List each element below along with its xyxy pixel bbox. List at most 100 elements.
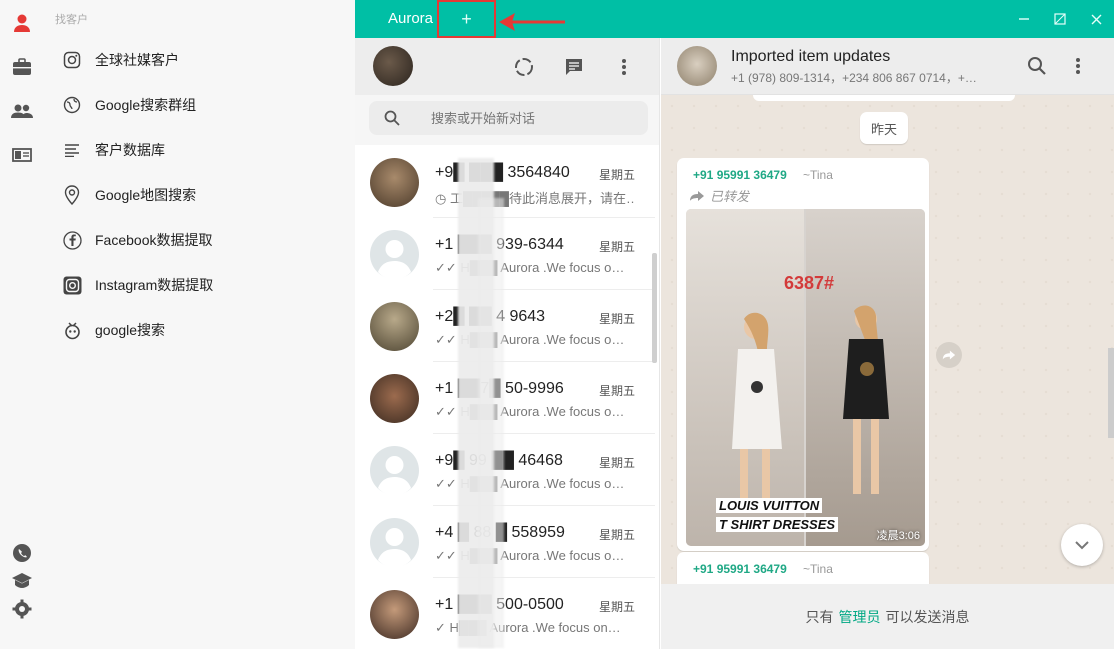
chat-day: 星期五	[598, 312, 635, 326]
search-box[interactable]	[369, 101, 648, 135]
menu-item-customer-database[interactable]: 客户数据库	[62, 137, 165, 163]
avatar	[370, 158, 419, 207]
chat-row[interactable]: +1 ███ 939-6344 星期五 ✓✓ H███ Aurora .We f…	[355, 218, 655, 290]
chat-day: 星期五	[598, 240, 635, 254]
default-avatar-icon	[378, 240, 411, 280]
search-bar	[355, 95, 659, 145]
chat-list-pane: +9█ ███ 3564840 星期五 ◷ 工█████待此消息展开，请在… +…	[355, 38, 660, 649]
default-avatar-icon	[378, 456, 411, 496]
chat-name: +9█ ███ 3564840	[435, 164, 570, 181]
minimize-icon[interactable]	[1016, 11, 1032, 27]
image-caption-1: LOUIS VUITTON	[716, 498, 823, 513]
conversation-scrollbar[interactable]	[1108, 348, 1114, 438]
message-time: 凌晨3:06	[876, 530, 920, 542]
menu-item-social-customers[interactable]: 全球社媒客户	[62, 47, 179, 73]
chat-day: 星期五	[598, 456, 635, 470]
forward-icon	[690, 190, 704, 201]
menu-item-facebook-extract[interactable]: Facebook数据提取	[62, 227, 212, 253]
chat-row[interactable]: +9█ ███ 3564840 星期五 ◷ 工█████待此消息展开，请在…	[355, 146, 655, 218]
forward-button[interactable]	[936, 342, 962, 368]
chat-day: 星期五	[598, 384, 635, 398]
search-input[interactable]	[431, 110, 631, 126]
contacts-icon[interactable]	[11, 100, 33, 122]
menu-item-google-groups[interactable]: Google搜索群组	[62, 92, 196, 118]
list-icon	[62, 140, 82, 160]
message-image[interactable]: 6387# LOUIS VUITTON T SHIRT DRESSES 凌晨3:…	[686, 209, 925, 546]
graduation-cap-icon[interactable]	[11, 570, 33, 592]
instagram-icon	[62, 275, 82, 295]
chat-row[interactable]: +4 █ 88 █ 558959 星期五 ✓✓ H███ Aurora .We …	[355, 506, 655, 578]
menu-item-label: 全球社媒客户	[95, 52, 179, 68]
menu-item-google-maps[interactable]: Google地图搜索	[62, 182, 196, 208]
model-black-dress-icon	[843, 305, 889, 494]
menu-dots-icon[interactable]	[1066, 54, 1090, 78]
message-sender[interactable]: +91 95991 36479	[693, 562, 787, 576]
avatar	[370, 374, 419, 423]
message-bubble[interactable]: +91 95991 36479 ~Tina 已转发 6387# LOUIS VU…	[677, 158, 929, 551]
conversation-header[interactable]: Imported item updates +1 (978) 809-1314，…	[661, 38, 1114, 95]
conversation-pane: Imported item updates +1 (978) 809-1314，…	[661, 38, 1114, 649]
chat-row[interactable]: +1 ██7█ 50-9996 星期五 ✓✓ H███ Aurora .We f…	[355, 362, 655, 434]
menu-item-label: Instagram数据提取	[95, 277, 214, 293]
new-chat-icon[interactable]	[562, 55, 586, 79]
menu-item-google-search[interactable]: google搜索	[62, 317, 165, 343]
privacy-blur	[478, 198, 504, 648]
message-bubble[interactable]: +91 95991 36479 ~Tina	[677, 552, 929, 584]
admin-link[interactable]: 管理员	[839, 607, 881, 627]
admin-only-notice: 只有 管理员 可以发送消息	[661, 584, 1114, 649]
instagram-outline-icon	[62, 50, 82, 70]
message-nick: ~Tina	[803, 168, 833, 182]
message-nick: ~Tina	[803, 562, 833, 576]
search-icon[interactable]	[1025, 54, 1049, 78]
message-area[interactable]: 昨天 +91 95991 36479 ~Tina 已转发 6387# LOUIS…	[661, 95, 1114, 584]
chat-list-scrollbar[interactable]	[652, 253, 657, 363]
menu-item-label: Google地图搜索	[95, 187, 197, 203]
chat-day: 星期五	[598, 168, 635, 182]
menu-item-label: google搜索	[95, 322, 166, 338]
avatar	[370, 230, 419, 280]
settings-icon[interactable]	[11, 598, 33, 620]
annotation-arrow-icon	[499, 13, 565, 31]
chat-day: 星期五	[598, 528, 635, 542]
avatar[interactable]	[677, 46, 717, 86]
maximize-icon[interactable]	[1052, 11, 1068, 27]
chevron-down-icon	[1075, 541, 1089, 550]
model-white-dress-icon	[732, 312, 782, 504]
avatar[interactable]	[373, 46, 413, 86]
avatar	[370, 590, 419, 639]
forwarded-text: 已转发	[710, 189, 750, 204]
facebook-icon	[62, 230, 82, 250]
chat-row[interactable]: +1 ███ 500-0500 星期五 ✓ H███ Aurora .We fo…	[355, 578, 655, 649]
panel-header: 找客户	[55, 14, 88, 26]
plus-icon: +	[461, 8, 472, 29]
group-title: Imported item updates	[731, 48, 891, 65]
menu-item-label: 客户数据库	[95, 142, 165, 158]
menu-item-instagram-extract[interactable]: Instagram数据提取	[62, 272, 213, 298]
search-bot-icon	[62, 320, 82, 340]
close-icon[interactable]	[1088, 11, 1104, 27]
menu-item-label: Facebook数据提取	[95, 232, 213, 248]
tab-aurora[interactable]: Aurora	[388, 10, 433, 27]
forwarded-label: 已转发	[689, 186, 749, 205]
chat-row[interactable]: +2█ ██ 4 9643 星期五 ✓✓ H███ Aurora .We foc…	[355, 290, 655, 362]
notice-text: 只有	[805, 608, 834, 625]
chat-list-header	[355, 38, 659, 95]
avatar	[370, 302, 419, 351]
scroll-down-button[interactable]	[1061, 524, 1103, 566]
globe-icon	[62, 95, 82, 115]
book-icon[interactable]	[11, 144, 33, 166]
menu-dots-icon[interactable]	[612, 55, 636, 79]
chat-row[interactable]: +9█ 99 ██ 46468 星期五 ✓✓ H███ Aurora .We f…	[355, 434, 655, 506]
whatsapp-icon[interactable]	[11, 542, 33, 564]
image-code: 6387#	[784, 273, 835, 293]
status-icon[interactable]	[512, 55, 536, 79]
chat-day: 星期五	[598, 600, 635, 614]
add-tab-button[interactable]: +	[437, 0, 496, 38]
briefcase-icon[interactable]	[11, 56, 33, 78]
notice-text: 可以发送消息	[885, 608, 970, 625]
icon-rail	[0, 0, 45, 649]
avatar	[370, 518, 419, 568]
user-icon[interactable]	[11, 12, 33, 34]
message-sender[interactable]: +91 95991 36479	[693, 168, 787, 182]
group-members: +1 (978) 809-1314，+234 806 867 0714，+…	[731, 71, 977, 85]
